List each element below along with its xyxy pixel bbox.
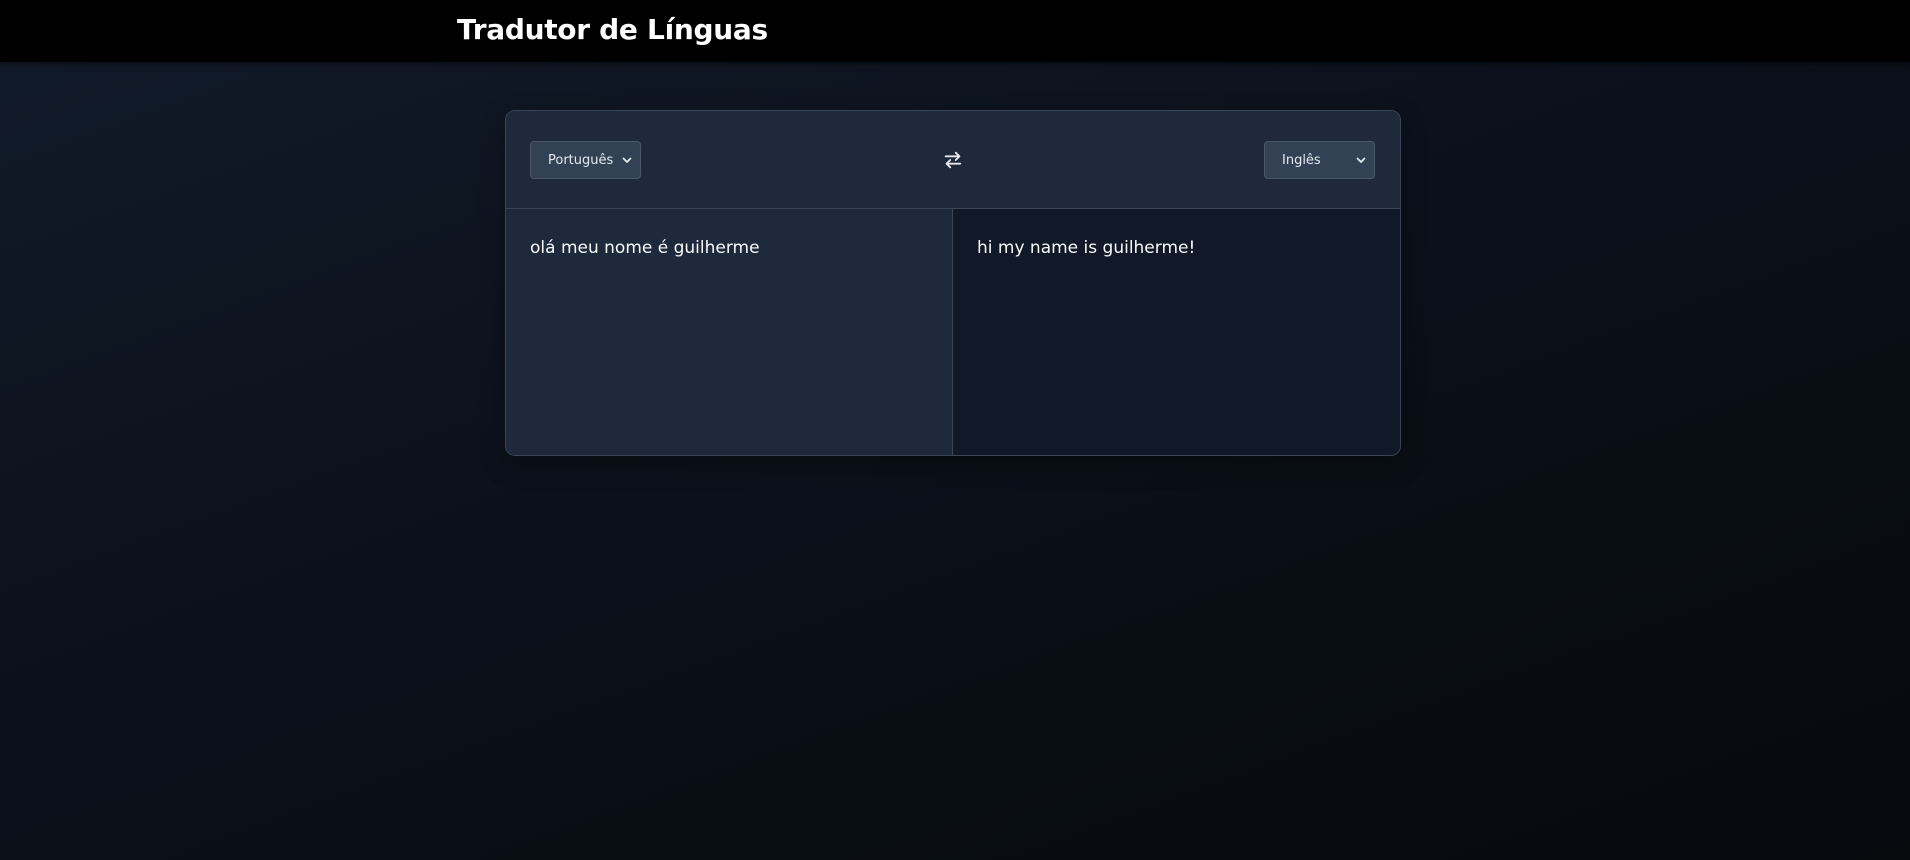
- swap-languages-button[interactable]: [939, 146, 967, 174]
- top-bar: Tradutor de Línguas: [0, 0, 1910, 62]
- source-language-select[interactable]: Português: [530, 141, 641, 179]
- source-text-input[interactable]: olá meu nome é guilherme: [506, 209, 953, 455]
- page-title: Tradutor de Línguas: [457, 13, 768, 46]
- source-language-label: Português: [548, 152, 614, 168]
- target-language-label: Inglês: [1282, 152, 1321, 168]
- translator-card: Português Inglês olá meu nome é guilherm…: [505, 110, 1401, 456]
- chevron-down-icon: [1356, 157, 1366, 163]
- swap-arrows-icon: [944, 151, 962, 169]
- language-bar: Português Inglês: [506, 111, 1400, 209]
- translated-text-output: hi my name is guilherme!: [953, 209, 1400, 455]
- target-language-select[interactable]: Inglês: [1264, 141, 1375, 179]
- chevron-down-icon: [622, 157, 632, 163]
